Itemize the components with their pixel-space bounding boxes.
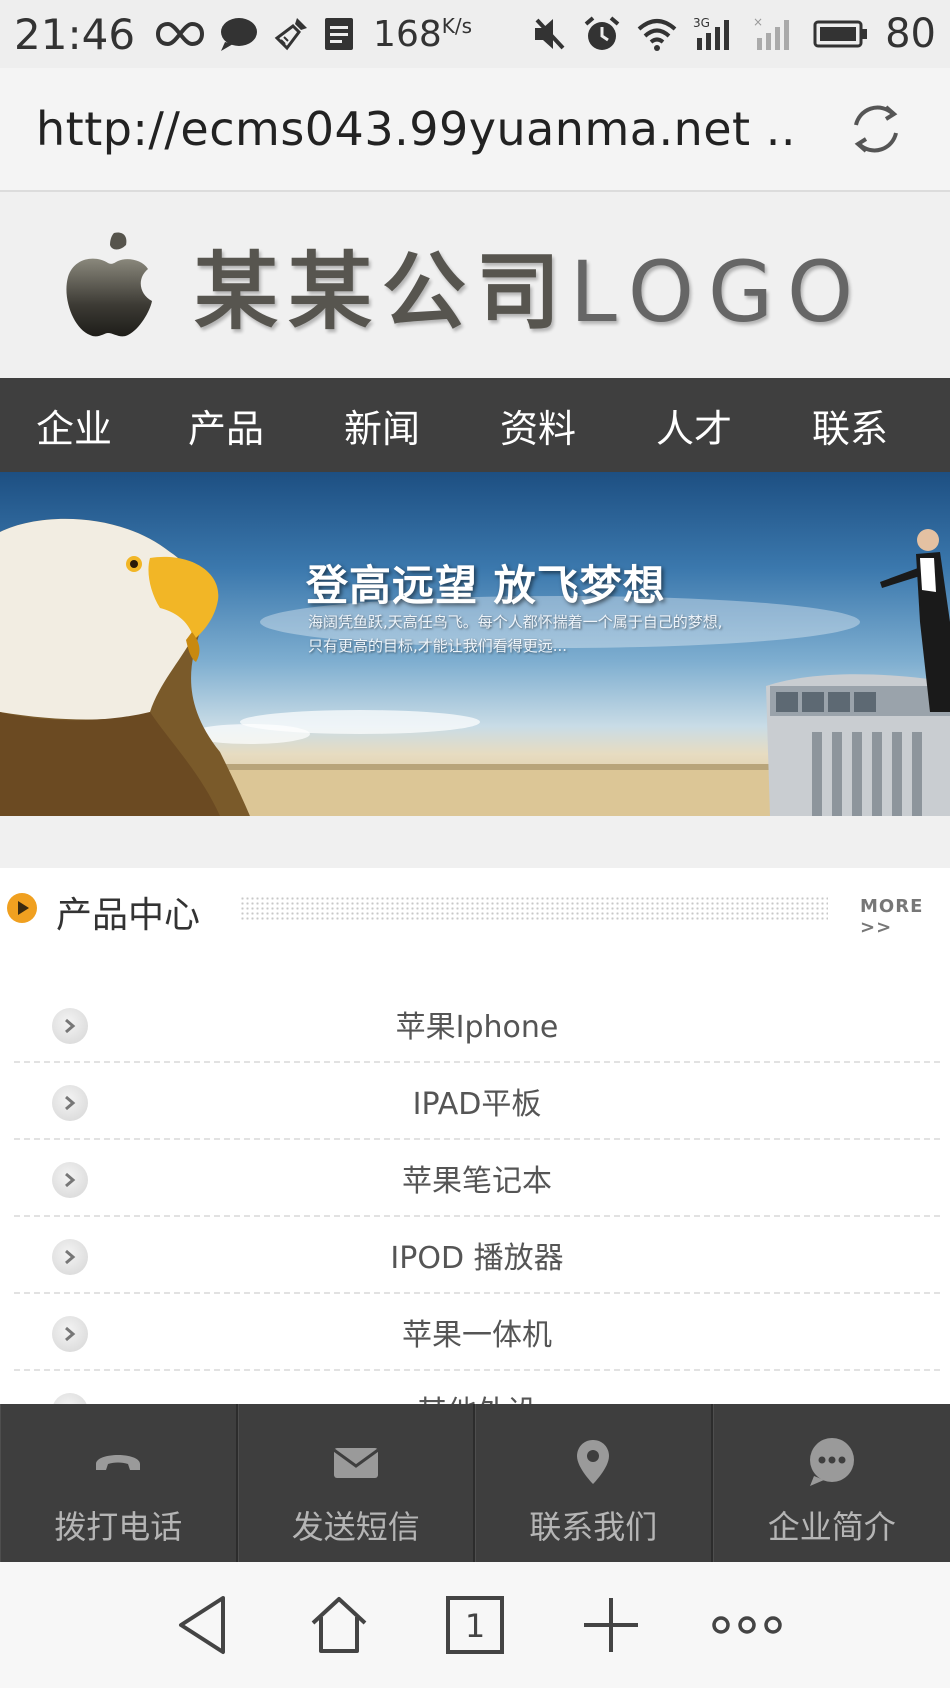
chevron-right-icon [52,1316,88,1352]
product-label[interactable]: 苹果一体机 [402,1310,552,1354]
about-button[interactable]: 企业简介 [712,1404,950,1562]
nav-item-enterprise[interactable]: 企业 [0,398,148,453]
chevron-right-icon [52,1239,88,1275]
status-time: 21:46 [14,9,136,59]
section-header: 产品中心 MORE >> [0,868,950,948]
location-pin-icon [567,1436,619,1488]
main-nav: 企业 产品 新闻 资料 人才 联系 [0,378,950,472]
list-item[interactable]: 苹果Iphone [14,986,940,1063]
infinity-icon [156,21,205,47]
more-icon[interactable] [711,1589,783,1661]
wifi-icon [637,19,677,51]
back-icon[interactable] [167,1589,239,1661]
status-bar: 21:46 168K/s 3G × 80 [0,0,950,68]
list-item[interactable]: IPOD 播放器 [14,1217,940,1294]
url-bar[interactable]: http://ecms043.99yuanma.net .. [0,68,950,192]
status-notification-icons [155,16,355,52]
envelope-icon [330,1436,382,1488]
product-label[interactable]: IPAD平板 [413,1079,542,1123]
product-label[interactable]: 苹果Iphone [396,1002,559,1046]
nav-item-products[interactable]: 产品 [148,398,304,453]
apple-logo-icon [66,232,152,337]
alarm-icon [584,16,620,50]
site-logo[interactable]: 某某公司LOGO [0,192,950,378]
chevron-right-icon [52,1008,88,1044]
list-item[interactable]: IPAD平板 [14,1063,940,1140]
section-title: 产品中心 [56,895,201,936]
cleaner-icon [274,18,308,51]
toolbar-label: 发送短信 [291,1508,420,1546]
list-item[interactable]: 苹果笔记本 [14,1140,940,1217]
nav-item-careers[interactable]: 人才 [616,398,772,453]
product-label[interactable]: 苹果笔记本 [402,1156,552,1200]
sms-button[interactable]: 发送短信 [237,1404,475,1562]
signal-no-service-icon: × [753,16,790,50]
play-bullet-icon [7,893,37,923]
bottom-toolbar: 拨打电话 发送短信 联系我们 企业简介 [0,1404,950,1562]
section-divider [240,896,828,920]
chevron-right-icon [52,1085,88,1121]
svg-text:3G: 3G [693,16,710,30]
product-label[interactable]: IPOD 播放器 [390,1233,563,1277]
url-text[interactable]: http://ecms043.99yuanma.net .. [36,102,846,156]
signal-3g-icon: 3G [693,16,730,50]
chat-dots-icon [806,1436,858,1488]
nav-item-news[interactable]: 新闻 [304,398,460,453]
toolbar-label: 企业简介 [767,1508,896,1546]
tabs-icon[interactable]: 1 [439,1589,511,1661]
hero-banner[interactable]: 登高远望 放飞梦想 海阔凭鱼跃,天高任鸟飞。每个人都怀揣着一个属于自己的梦想,只… [0,472,950,816]
product-list: 苹果Iphone IPAD平板 苹果笔记本 IPOD 播放器 苹果一体机 其他外… [14,986,940,1448]
list-item[interactable]: 苹果一体机 [14,1294,940,1371]
call-button[interactable]: 拨打电话 [0,1404,238,1562]
battery-icon [813,20,868,48]
product-center: 产品中心 MORE >> 苹果Iphone IPAD平板 苹果笔记本 IPOD … [0,868,950,1448]
nav-item-contact[interactable]: 联系 [772,398,928,453]
svg-text:×: × [753,16,763,29]
nav-item-resources[interactable]: 资料 [460,398,616,453]
contact-button[interactable]: 联系我们 [475,1404,713,1562]
reload-icon[interactable] [846,99,906,159]
svg-text:1: 1 [465,1607,485,1645]
mute-icon [535,18,565,50]
more-link[interactable]: MORE >> [860,896,950,938]
home-icon[interactable] [303,1589,375,1661]
browser-nav-bar: 1 [0,1562,950,1688]
phone-icon [92,1436,144,1488]
battery-level: 80 [885,11,936,57]
building-image [766,674,950,816]
status-system-icons: 3G × 80 [533,11,936,57]
banner-subtext: 海阔凭鱼跃,天高任鸟飞。每个人都怀揣着一个属于自己的梦想,只有更高的目标,才能让… [308,613,723,655]
logo-text: 某某公司LOGO [194,242,868,341]
chevron-right-icon [52,1162,88,1198]
toolbar-label: 拨打电话 [54,1508,183,1546]
eagle-image [0,518,250,816]
network-speed: 168K/s [373,13,473,55]
chat-bubble-icon [221,18,258,51]
add-icon[interactable] [575,1589,647,1661]
document-icon [325,18,354,50]
toolbar-label: 联系我们 [529,1508,658,1546]
banner-headline: 登高远望 放飞梦想 [306,561,666,610]
